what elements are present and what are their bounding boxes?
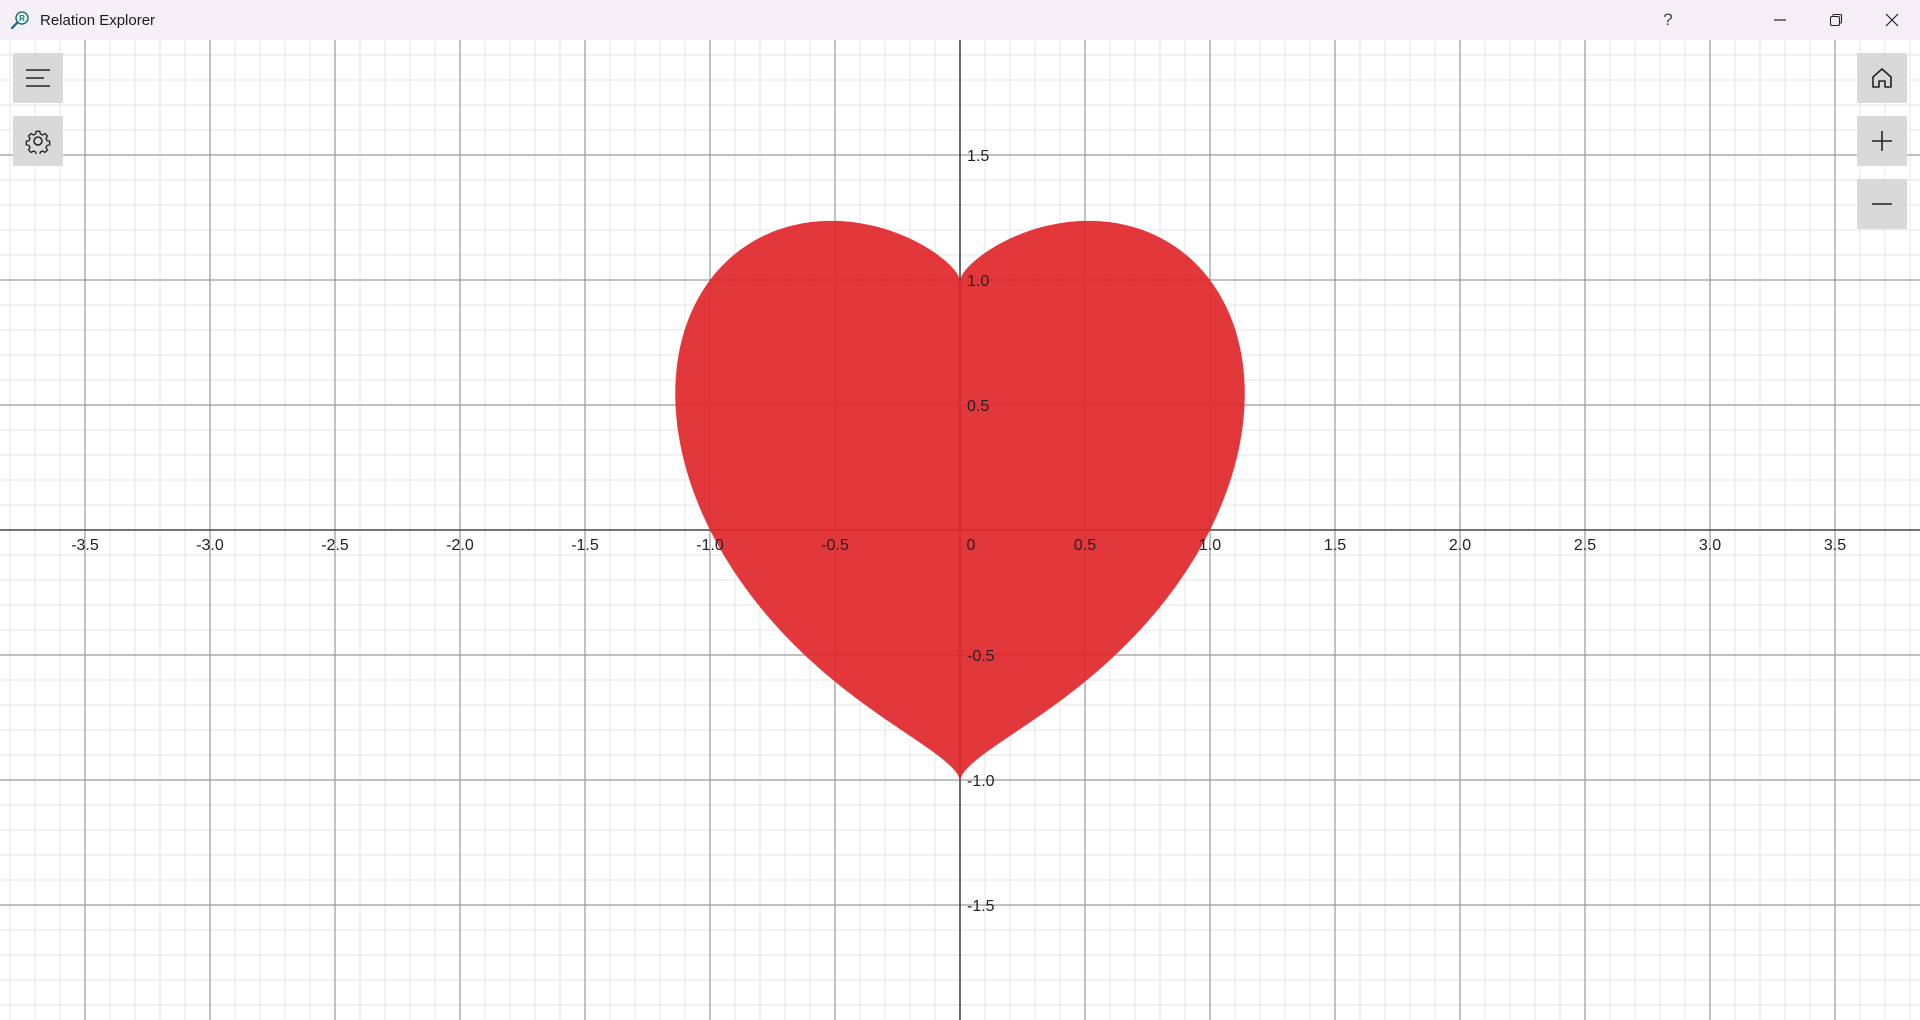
y-tick-label: 0.5 <box>967 398 989 415</box>
minimize-button[interactable] <box>1752 0 1808 40</box>
x-tick-label: -1.0 <box>696 537 724 554</box>
y-tick-label: 1.5 <box>967 148 989 165</box>
gear-icon <box>25 130 51 154</box>
close-icon <box>1885 13 1899 27</box>
x-tick-label: 1.5 <box>1324 537 1346 554</box>
settings-button[interactable] <box>13 116 63 166</box>
y-tick-label: -1.0 <box>967 773 995 790</box>
x-tick-label: 0 <box>967 537 976 554</box>
graph-plot[interactable]: -3.5 -3.0 -2.5 -2.0 -1.5 -1.0 -0.5 0 0.5 1.0 1.5 2.… <box>0 40 1920 1020</box>
x-tick-label: 2.0 <box>1449 537 1471 554</box>
x-tick-label: -3.0 <box>196 537 224 554</box>
x-tick-label: -0.5 <box>821 537 849 554</box>
x-tick-label: -3.5 <box>71 537 99 554</box>
y-tick-label: -1.5 <box>967 898 995 915</box>
x-tick-label: 3.5 <box>1824 537 1846 554</box>
y-tick-label: 1.0 <box>967 273 989 290</box>
home-button[interactable] <box>1857 53 1907 103</box>
restore-button[interactable] <box>1808 0 1864 40</box>
x-tick-label: 3.0 <box>1699 537 1721 554</box>
heart-region <box>675 220 1245 781</box>
minimize-icon <box>1774 19 1786 21</box>
close-button[interactable] <box>1864 0 1920 40</box>
x-tick-label: 0.5 <box>1074 537 1096 554</box>
menu-button[interactable] <box>13 53 63 103</box>
minus-icon <box>1872 203 1892 205</box>
x-tick-label: 1.0 <box>1199 537 1221 554</box>
app-title: Relation Explorer <box>40 11 156 29</box>
title-bar: R Relation Explorer ? <box>0 0 1920 40</box>
home-icon <box>1872 68 1892 88</box>
x-tick-label: -2.5 <box>321 537 349 554</box>
app-logo-icon: R <box>10 10 30 30</box>
restore-icon <box>1829 13 1843 27</box>
help-button[interactable]: ? <box>1640 0 1696 40</box>
hamburger-menu-icon <box>26 69 50 87</box>
graph-canvas[interactable]: -3.5 -3.0 -2.5 -2.0 -1.5 -1.0 -0.5 0 0.5 1.0 1.5 2.… <box>0 40 1920 1020</box>
svg-text:R: R <box>19 14 25 23</box>
y-tick-label: -0.5 <box>967 648 995 665</box>
plus-icon <box>1872 131 1892 151</box>
x-tick-label: -2.0 <box>446 537 474 554</box>
zoom-out-button[interactable] <box>1857 179 1907 229</box>
x-tick-label: -1.5 <box>571 537 599 554</box>
x-tick-label: 2.5 <box>1574 537 1596 554</box>
zoom-in-button[interactable] <box>1857 116 1907 166</box>
